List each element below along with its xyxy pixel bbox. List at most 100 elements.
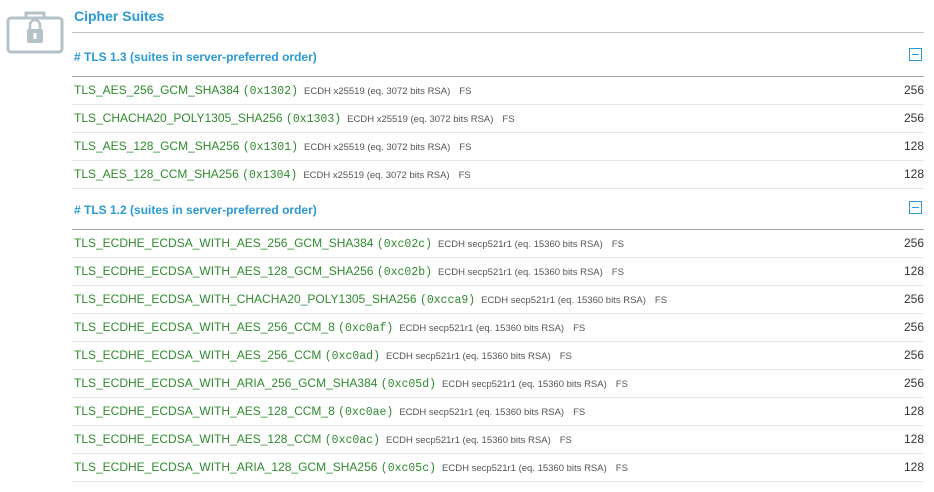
cipher-suite: TLS_ECDHE_ECDSA_WITH_CHACHA20_POLY1305_S… xyxy=(74,292,667,307)
forward-secrecy-flag: FS xyxy=(559,435,572,446)
cipher-suite: TLS_CHACHA20_POLY1305_SHA256 (0x1303) ECD… xyxy=(74,111,515,126)
forward-secrecy-flag: FS xyxy=(559,351,572,362)
key-bits: 256 xyxy=(903,83,924,97)
cipher-row: TLS_ECDHE_ECDSA_WITH_AES_128_GCM_SHA256 … xyxy=(72,258,924,286)
cipher-name: TLS_ECDHE_ECDSA_WITH_AES_128_CCM xyxy=(74,432,322,446)
cipher-suite: TLS_ECDHE_ECDSA_WITH_AES_256_CCM (0xc0ad… xyxy=(74,348,572,363)
cipher-code: (0xc02c) xyxy=(376,238,433,251)
forward-secrecy-flag: FS xyxy=(654,295,668,306)
cipher-name: TLS_ECDHE_ECDSA_WITH_AES_128_GCM_SHA256 xyxy=(74,264,374,278)
cipher-code: (0xcca9) xyxy=(419,294,476,307)
cipher-suite: TLS_ECDHE_ECDSA_WITH_AES_128_CCM (0xc0ac… xyxy=(74,432,572,447)
cipher-suite: TLS_ECDHE_ECDSA_WITH_AES_256_CCM_8 (0xc0… xyxy=(74,320,585,335)
cipher-code: (0xc05d) xyxy=(380,378,437,391)
cipher-row: TLS_AES_128_GCM_SHA256 (0x1301) ECDH x255… xyxy=(72,133,924,161)
cipher-name: TLS_ECDHE_ECDSA_WITH_ARIA_256_GCM_SHA384 xyxy=(74,376,378,390)
cipher-row: TLS_ECDHE_ECDSA_WITH_AES_128_CCM (0xc0ac… xyxy=(72,426,924,454)
key-bits: 256 xyxy=(903,292,924,306)
cipher-name: TLS_ECDHE_ECDSA_WITH_AES_256_GCM_SHA384 xyxy=(74,236,374,250)
cipher-row: TLS_ECDHE_ECDSA_WITH_CHACHA20_POLY1305_S… xyxy=(72,286,924,314)
cipher-code: (0x1304) xyxy=(242,169,298,182)
forward-secrecy-flag: FS xyxy=(611,239,624,250)
cipher-name: TLS_ECDHE_ECDSA_WITH_AES_256_CCM xyxy=(74,348,322,362)
cipher-code: (0xc0ad) xyxy=(324,350,380,363)
key-exchange-info: ECDH secp521r1 (eq. 15360 bits RSA) xyxy=(399,323,565,334)
cipher-code: (0x1302) xyxy=(242,85,298,98)
cipher-row: TLS_ECDHE_ECDSA_WITH_ARIA_256_GCM_SHA384… xyxy=(72,370,924,398)
cipher-name: TLS_CHACHA20_POLY1305_SHA256 xyxy=(74,111,283,125)
cipher-code: (0xc0ac) xyxy=(324,434,380,447)
key-exchange-info: ECDH secp521r1 (eq. 15360 bits RSA) xyxy=(385,435,551,446)
tls12-group: # TLS 1.2 (suites in server-preferred or… xyxy=(72,191,924,482)
cipher-suite: TLS_AES_128_GCM_SHA256 (0x1301) ECDH x255… xyxy=(74,139,471,154)
cipher-suite: TLS_ECDHE_ECDSA_WITH_AES_128_CCM_8 (0xc0… xyxy=(74,404,585,419)
key-bits: 128 xyxy=(903,264,924,278)
cipher-row: TLS_AES_256_GCM_SHA384 (0x1302) ECDH x255… xyxy=(72,77,924,105)
cipher-name: TLS_AES_128_CCM_SHA256 xyxy=(74,167,239,181)
key-bits: 256 xyxy=(903,320,924,334)
forward-secrecy-flag: FS xyxy=(615,379,628,390)
forward-secrecy-flag: FS xyxy=(459,142,472,153)
cipher-code: (0xc05c) xyxy=(380,462,437,475)
group-header: # TLS 1.3 (suites in server-preferred or… xyxy=(72,38,924,77)
key-exchange-info: ECDH secp521r1 (eq. 15360 bits RSA) xyxy=(438,239,603,250)
cipher-row: TLS_ECDHE_ECDSA_WITH_AES_256_GCM_SHA384 … xyxy=(72,230,924,258)
group-header-label: # TLS 1.3 (suites in server-preferred or… xyxy=(74,50,317,64)
key-bits: 128 xyxy=(903,167,924,181)
forward-secrecy-flag: FS xyxy=(459,86,472,97)
key-exchange-info: ECDH x25519 (eq. 3072 bits RSA) xyxy=(304,142,451,153)
key-exchange-info: ECDH secp521r1 (eq. 15360 bits RSA) xyxy=(399,407,565,418)
cipher-row: TLS_ECDHE_ECDSA_WITH_AES_256_CCM_8 (0xc0… xyxy=(72,314,924,342)
key-bits: 256 xyxy=(903,376,924,390)
section-title: Cipher Suites xyxy=(74,8,165,24)
forward-secrecy-flag: FS xyxy=(573,407,586,418)
cipher-code: (0xc0ae) xyxy=(338,406,394,419)
key-bits: 128 xyxy=(903,460,924,474)
cipher-name: TLS_AES_256_GCM_SHA384 xyxy=(74,83,240,97)
cipher-name: TLS_AES_128_GCM_SHA256 xyxy=(74,139,240,153)
cipher-code: (0xc0af) xyxy=(338,322,394,335)
key-exchange-info: ECDH secp521r1 (eq. 15360 bits RSA) xyxy=(481,295,646,306)
forward-secrecy-flag: FS xyxy=(502,114,515,125)
collapse-toggle-icon[interactable] xyxy=(909,48,922,61)
cipher-code: (0x1301) xyxy=(242,141,298,154)
cipher-name: TLS_ECDHE_ECDSA_WITH_AES_256_CCM_8 xyxy=(74,320,335,334)
key-bits: 256 xyxy=(903,236,924,250)
key-exchange-info: ECDH secp521r1 (eq. 15360 bits RSA) xyxy=(442,379,607,390)
cipher-suite: TLS_ECDHE_ECDSA_WITH_AES_256_GCM_SHA384 … xyxy=(74,236,624,251)
cipher-row: TLS_ECDHE_ECDSA_WITH_ARIA_128_GCM_SHA256… xyxy=(72,454,924,482)
key-exchange-info: ECDH x25519 (eq. 3072 bits RSA) xyxy=(304,86,451,97)
lock-case-icon xyxy=(6,10,64,54)
cipher-row: TLS_ECDHE_ECDSA_WITH_AES_128_CCM_8 (0xc0… xyxy=(72,398,924,426)
key-exchange-info: ECDH x25519 (eq. 3072 bits RSA) xyxy=(303,170,450,181)
collapse-toggle-icon[interactable] xyxy=(909,201,922,214)
cipher-name: TLS_ECDHE_ECDSA_WITH_ARIA_128_GCM_SHA256 xyxy=(74,460,378,474)
key-bits: 256 xyxy=(903,111,924,125)
tls13-group: # TLS 1.3 (suites in server-preferred or… xyxy=(72,38,924,189)
forward-secrecy-flag: FS xyxy=(611,267,624,278)
key-bits: 128 xyxy=(903,432,924,446)
key-bits: 128 xyxy=(903,404,924,418)
cipher-name: TLS_ECDHE_ECDSA_WITH_AES_128_CCM_8 xyxy=(74,404,335,418)
forward-secrecy-flag: FS xyxy=(573,323,586,334)
group-header: # TLS 1.2 (suites in server-preferred or… xyxy=(72,191,924,230)
cipher-name: TLS_ECDHE_ECDSA_WITH_CHACHA20_POLY1305_S… xyxy=(74,292,417,306)
cipher-suite: TLS_ECDHE_ECDSA_WITH_ARIA_128_GCM_SHA256… xyxy=(74,460,628,475)
cipher-row: TLS_CHACHA20_POLY1305_SHA256 (0x1303) ECD… xyxy=(72,105,924,133)
key-exchange-info: ECDH secp521r1 (eq. 15360 bits RSA) xyxy=(438,267,603,278)
cipher-suite: TLS_ECDHE_ECDSA_WITH_ARIA_256_GCM_SHA384… xyxy=(74,376,628,391)
cipher-suite: TLS_AES_128_CCM_SHA256 (0x1304) ECDH x255… xyxy=(74,167,471,182)
cipher-suite: TLS_AES_256_GCM_SHA384 (0x1302) ECDH x255… xyxy=(74,83,471,98)
cipher-code: (0xc02b) xyxy=(376,266,433,279)
cipher-code: (0x1303) xyxy=(285,113,342,126)
title-divider xyxy=(72,32,924,33)
forward-secrecy-flag: FS xyxy=(615,463,628,474)
group-header-label: # TLS 1.2 (suites in server-preferred or… xyxy=(74,203,317,217)
key-exchange-info: ECDH x25519 (eq. 3072 bits RSA) xyxy=(347,114,494,125)
key-bits: 128 xyxy=(903,139,924,153)
cipher-row: TLS_AES_128_CCM_SHA256 (0x1304) ECDH x255… xyxy=(72,161,924,189)
cipher-row: TLS_ECDHE_ECDSA_WITH_AES_256_CCM (0xc0ad… xyxy=(72,342,924,370)
key-exchange-info: ECDH secp521r1 (eq. 15360 bits RSA) xyxy=(442,463,607,474)
cipher-suite: TLS_ECDHE_ECDSA_WITH_AES_128_GCM_SHA256 … xyxy=(74,264,624,279)
key-bits: 256 xyxy=(903,348,924,362)
